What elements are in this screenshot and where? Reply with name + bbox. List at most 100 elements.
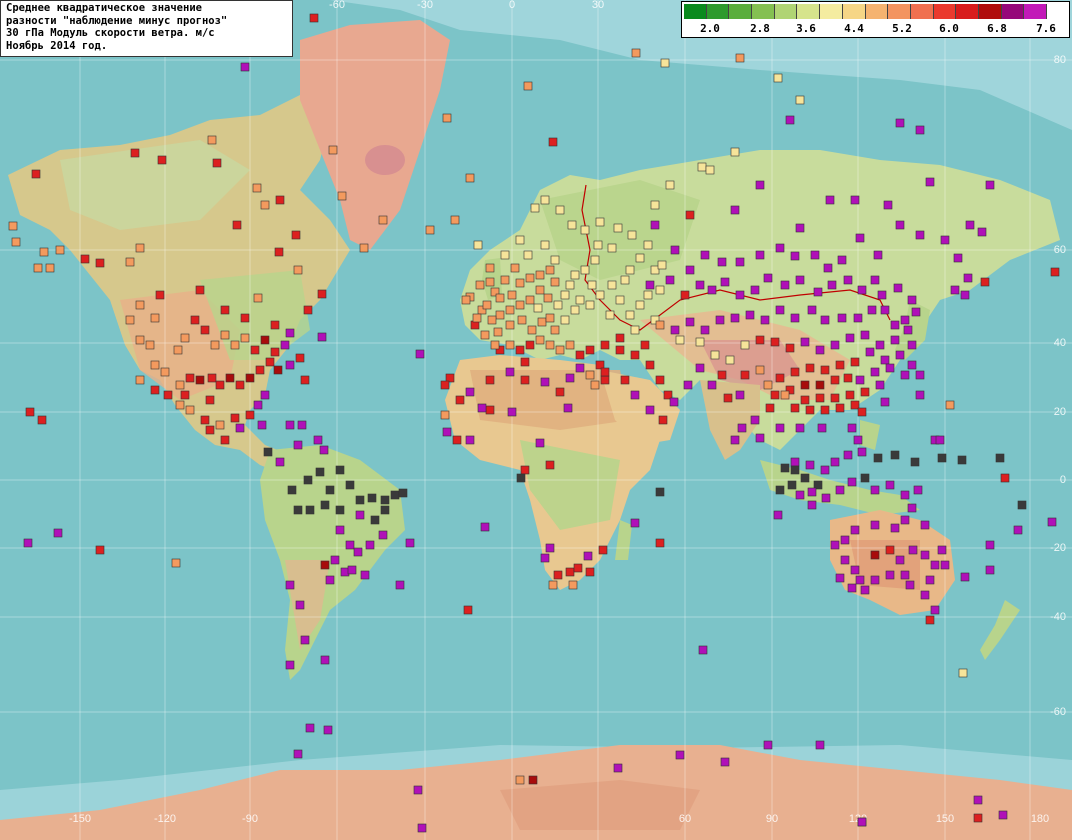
station-marker (255, 365, 265, 375)
station-marker (380, 505, 390, 515)
station-marker (873, 453, 883, 463)
station-marker (853, 313, 863, 323)
station-marker (890, 523, 900, 533)
station-marker (815, 740, 825, 750)
station-marker (903, 325, 913, 335)
station-marker (200, 415, 210, 425)
station-marker (717, 370, 727, 380)
station-marker (605, 310, 615, 320)
station-marker (493, 327, 503, 337)
station-marker (313, 435, 323, 445)
station-marker (790, 251, 800, 261)
station-marker (680, 290, 690, 300)
station-marker (425, 225, 435, 235)
station-marker (700, 325, 710, 335)
station-marker (250, 345, 260, 355)
station-marker (911, 307, 921, 317)
station-marker (835, 360, 845, 370)
station-marker (880, 397, 890, 407)
station-marker (415, 349, 425, 359)
legend-swatch (752, 4, 775, 19)
station-marker (780, 463, 790, 473)
station-marker (730, 435, 740, 445)
station-marker (640, 340, 650, 350)
station-marker (550, 277, 560, 287)
station-marker (973, 795, 983, 805)
lat-label: 40 (1054, 337, 1066, 349)
lon-label: 0 (509, 0, 515, 11)
station-marker (553, 570, 563, 580)
lat-label: 20 (1054, 406, 1066, 418)
station-marker (805, 460, 815, 470)
station-marker (855, 233, 865, 243)
station-marker (265, 357, 275, 367)
station-marker (510, 263, 520, 273)
lat-label: 0 (1060, 474, 1066, 486)
station-marker (520, 357, 530, 367)
station-marker (600, 340, 610, 350)
station-marker (775, 243, 785, 253)
station-marker (303, 475, 313, 485)
station-marker (461, 295, 471, 305)
station-marker (715, 315, 725, 325)
station-marker (843, 275, 853, 285)
station-marker (273, 365, 283, 375)
station-marker (160, 367, 170, 377)
station-marker (365, 540, 375, 550)
station-marker (587, 280, 597, 290)
station-marker (875, 340, 885, 350)
station-marker (550, 255, 560, 265)
station-marker (580, 265, 590, 275)
station-marker (303, 305, 313, 315)
station-marker (957, 455, 967, 465)
station-marker (670, 245, 680, 255)
station-marker (135, 375, 145, 385)
station-marker (685, 265, 695, 275)
station-marker (353, 547, 363, 557)
legend-swatch (684, 4, 707, 19)
station-marker (765, 403, 775, 413)
legend-swatch (842, 4, 866, 19)
station-marker (565, 340, 575, 350)
station-marker (730, 313, 740, 323)
station-marker (31, 169, 41, 179)
legend-swatch (1024, 4, 1047, 19)
station-marker (655, 538, 665, 548)
station-marker (590, 255, 600, 265)
station-marker (645, 360, 655, 370)
station-marker (810, 250, 820, 260)
station-marker (220, 305, 230, 315)
station-marker (720, 757, 730, 767)
station-marker (895, 118, 905, 128)
station-marker (215, 420, 225, 430)
station-marker (660, 58, 670, 68)
station-marker (735, 390, 745, 400)
legend-label: 2.0 (700, 22, 720, 35)
station-marker (900, 570, 910, 580)
station-marker (960, 290, 970, 300)
station-marker (700, 250, 710, 260)
lon-label: -60 (329, 0, 345, 11)
station-marker (925, 177, 935, 187)
station-marker (540, 195, 550, 205)
title-line: Среднее квадратическое значение (6, 2, 202, 14)
legend-swatch (820, 4, 843, 19)
station-marker (442, 427, 452, 437)
station-marker (915, 230, 925, 240)
station-marker (883, 200, 893, 210)
station-marker (730, 205, 740, 215)
station-marker (625, 265, 635, 275)
station-marker (735, 290, 745, 300)
station-marker (850, 195, 860, 205)
station-marker (495, 293, 505, 303)
station-marker (150, 360, 160, 370)
station-marker (895, 350, 905, 360)
station-marker (900, 490, 910, 500)
station-marker (877, 290, 887, 300)
station-marker (200, 325, 210, 335)
station-marker (175, 400, 185, 410)
station-marker (450, 215, 460, 225)
station-marker (171, 558, 181, 568)
station-marker (870, 367, 880, 377)
station-marker (270, 347, 280, 357)
